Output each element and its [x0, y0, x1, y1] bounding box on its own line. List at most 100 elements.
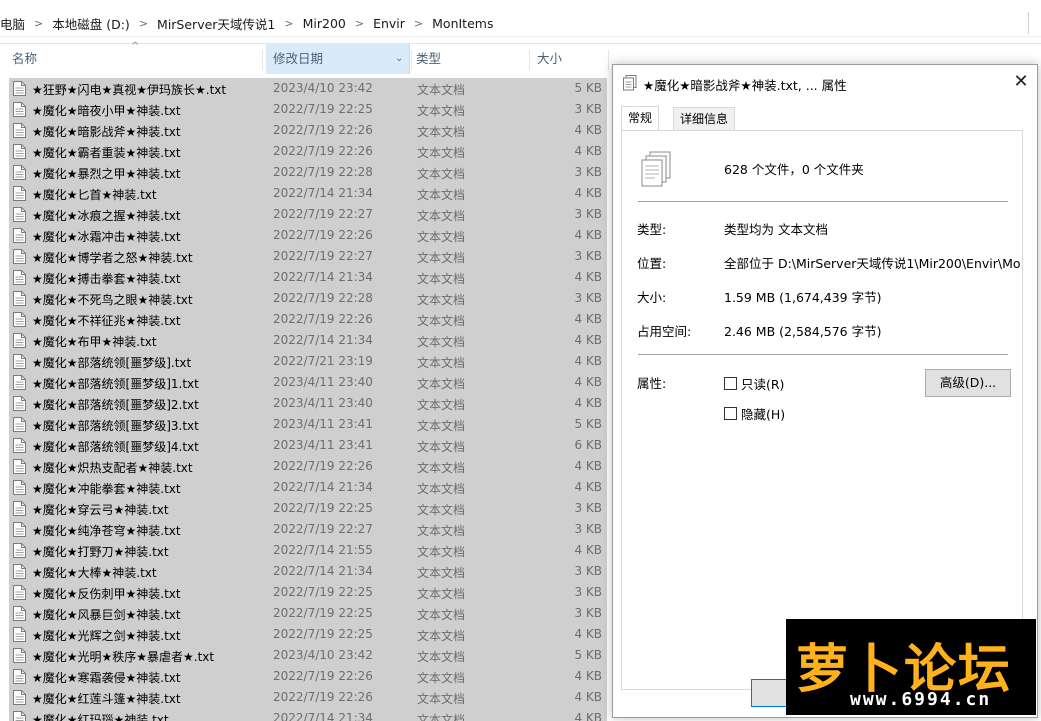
file-date: 2023/4/10 23:42: [273, 648, 373, 662]
file-name[interactable]: ★魔化★匕首★神装.txt: [32, 186, 157, 203]
file-row[interactable]: ★魔化★冰痕之握★神装.txt 2022/7/19 22:27 文本文档 3 KB: [9, 204, 607, 225]
file-name[interactable]: ★魔化★反伤刺甲★神装.txt: [32, 585, 181, 602]
tab-details[interactable]: 详细信息: [673, 107, 736, 130]
file-name[interactable]: ★魔化★光辉之剑★神装.txt: [32, 627, 181, 644]
file-size: 3 KB: [574, 207, 602, 221]
file-name[interactable]: ★魔化★搏击拳套★神装.txt: [32, 270, 181, 287]
file-row[interactable]: ★魔化★不祥征兆★神装.txt 2022/7/19 22:26 文本文档 4 KB: [9, 309, 607, 330]
column-header-type[interactable]: 类型: [416, 44, 441, 74]
file-type: 文本文档: [417, 608, 466, 622]
address-dropdown-button[interactable]: [1028, 12, 1041, 34]
advanced-button[interactable]: 高级(D)...: [925, 369, 1011, 397]
file-name[interactable]: ★魔化★部落统领[噩梦级]1.txt: [32, 375, 199, 392]
file-row[interactable]: ★魔化★搏击拳套★神装.txt 2022/7/14 21:34 文本文档 4 KB: [9, 267, 607, 288]
text-file-icon: [13, 438, 26, 453]
file-name[interactable]: ★魔化★红莲斗篷★神装.txt: [32, 690, 181, 707]
readonly-checkbox[interactable]: [724, 376, 737, 390]
file-row[interactable]: ★魔化★纯净苍穹★神装.txt 2022/7/19 22:27 文本文档 3 KB: [9, 519, 607, 540]
dialog-title-bar[interactable]: ★魔化★暗影战斧★神装.txt, ... 属性 ✕: [613, 65, 1037, 101]
file-name[interactable]: ★魔化★博学者之怒★神装.txt: [32, 249, 193, 266]
file-row[interactable]: ★魔化★冲能拳套★神装.txt 2022/7/14 21:34 文本文档 4 KB: [9, 477, 607, 498]
file-name[interactable]: ★魔化★部落统领[噩梦级]4.txt: [32, 438, 199, 455]
file-row[interactable]: ★魔化★暴烈之甲★神装.txt 2022/7/19 22:28 文本文档 3 KB: [9, 162, 607, 183]
hidden-option[interactable]: 隐藏(H): [724, 404, 785, 423]
close-icon[interactable]: ✕: [1009, 71, 1033, 95]
file-row[interactable]: ★魔化★红玛瑙★神装.txt 2022/7/14 21:34 文本文档 4 KB: [9, 708, 607, 721]
column-header-name[interactable]: 名称: [12, 44, 37, 74]
file-name[interactable]: ★魔化★冰霜冲击★神装.txt: [32, 228, 181, 245]
file-row[interactable]: ★魔化★不死鸟之眼★神装.txt 2022/7/19 22:28 文本文档 3 KB: [9, 288, 607, 309]
file-row[interactable]: ★魔化★霸者重装★神装.txt 2022/7/19 22:26 文本文档 4 KB: [9, 141, 607, 162]
file-name[interactable]: ★魔化★暗影战斧★神装.txt: [32, 123, 181, 140]
file-name[interactable]: ★魔化★炽热支配者★神装.txt: [32, 459, 193, 476]
address-bar[interactable]: 电脑 > 本地磁盘 (D:) > MirServer天域传说1 > Mir200…: [0, 0, 1041, 44]
readonly-label[interactable]: 只读(R): [741, 374, 784, 393]
chevron-right-icon[interactable]: >: [353, 17, 366, 30]
file-name[interactable]: ★魔化★不祥征兆★神装.txt: [32, 312, 181, 329]
breadcrumb-item[interactable]: 电脑: [0, 14, 32, 33]
file-row[interactable]: ★魔化★部落统领[噩梦级]2.txt 2023/4/11 23:40 文本文档 4 K…: [9, 393, 607, 414]
breadcrumb-item[interactable]: Envir: [366, 16, 412, 31]
file-row[interactable]: ★魔化★暗夜小甲★神装.txt 2022/7/19 22:25 文本文档 3 KB: [9, 99, 607, 120]
hidden-label[interactable]: 隐藏(H): [741, 404, 785, 423]
file-name[interactable]: ★狂野★闪电★真视★伊玛族长★.txt: [32, 81, 226, 98]
file-name[interactable]: ★魔化★暗夜小甲★神装.txt: [32, 102, 181, 119]
file-row[interactable]: ★魔化★匕首★神装.txt 2022/7/14 21:34 文本文档 4 KB: [9, 183, 607, 204]
file-row[interactable]: ★狂野★闪电★真视★伊玛族长★.txt 2023/4/10 23:42 文本文档 5 …: [9, 78, 607, 99]
file-name[interactable]: ★魔化★霸者重装★神装.txt: [32, 144, 181, 161]
file-row[interactable]: ★魔化★部落统领[噩梦级]4.txt 2023/4/11 23:41 文本文档 6 K…: [9, 435, 607, 456]
column-divider[interactable]: [411, 50, 412, 70]
file-row[interactable]: ★魔化★冰霜冲击★神装.txt 2022/7/19 22:26 文本文档 4 KB: [9, 225, 607, 246]
file-name[interactable]: ★魔化★暴烈之甲★神装.txt: [32, 165, 181, 182]
file-row[interactable]: ★魔化★博学者之怒★神装.txt 2022/7/19 22:27 文本文档 3 KB: [9, 246, 607, 267]
chevron-right-icon[interactable]: >: [282, 17, 295, 30]
breadcrumb-item[interactable]: 本地磁盘 (D:): [45, 14, 137, 33]
breadcrumb-item[interactable]: MirServer天域传说1: [150, 14, 282, 33]
file-row[interactable]: ★魔化★光辉之剑★神装.txt 2022/7/19 22:25 文本文档 4 KB: [9, 624, 607, 645]
breadcrumb-item[interactable]: Mir200: [296, 16, 353, 31]
file-row[interactable]: ★魔化★炽热支配者★神装.txt 2022/7/19 22:26 文本文档 4 KB: [9, 456, 607, 477]
breadcrumb-item-current[interactable]: MonItems: [425, 16, 500, 31]
file-row[interactable]: ★魔化★部落统领[噩梦级].txt 2022/7/21 23:19 文本文档 4 KB: [9, 351, 607, 372]
file-name[interactable]: ★魔化★光明★秩序★暴虐者★.txt: [32, 648, 214, 665]
column-header-size[interactable]: 大小: [537, 44, 562, 74]
tab-general[interactable]: 常规: [621, 106, 660, 130]
file-name[interactable]: ★魔化★布甲★神装.txt: [32, 333, 157, 350]
file-name[interactable]: ★魔化★不死鸟之眼★神装.txt: [32, 291, 193, 308]
file-row[interactable]: ★魔化★暗影战斧★神装.txt 2022/7/19 22:26 文本文档 4 KB: [9, 120, 607, 141]
file-name[interactable]: ★魔化★部落统领[噩梦级]3.txt: [32, 417, 199, 434]
file-row[interactable]: ★魔化★风暴巨剑★神装.txt 2022/7/19 22:25 文本文档 3 KB: [9, 603, 607, 624]
chevron-down-icon[interactable]: ⌄: [395, 44, 403, 74]
file-row[interactable]: ★魔化★反伤刺甲★神装.txt 2022/7/19 22:25 文本文档 3 KB: [9, 582, 607, 603]
chevron-right-icon[interactable]: >: [412, 17, 425, 30]
chevron-right-icon[interactable]: >: [137, 17, 150, 30]
chevron-right-icon[interactable]: >: [32, 17, 45, 30]
hidden-checkbox[interactable]: [724, 406, 737, 420]
column-divider[interactable]: [529, 50, 530, 70]
file-name[interactable]: ★魔化★纯净苍穹★神装.txt: [32, 522, 181, 539]
file-name[interactable]: ★魔化★寒霜袭侵★神装.txt: [32, 669, 181, 686]
file-row[interactable]: ★魔化★布甲★神装.txt 2022/7/14 21:34 文本文档 4 KB: [9, 330, 607, 351]
file-name[interactable]: ★魔化★大棒★神装.txt: [32, 564, 157, 581]
file-row[interactable]: ★魔化★光明★秩序★暴虐者★.txt 2023/4/10 23:42 文本文档 5 K…: [9, 645, 607, 666]
file-row[interactable]: ★魔化★红莲斗篷★神装.txt 2022/7/19 22:26 文本文档 4 KB: [9, 687, 607, 708]
file-row[interactable]: ★魔化★打野刀★神装.txt 2022/7/14 21:55 文本文档 4 KB: [9, 540, 607, 561]
file-name[interactable]: ★魔化★打野刀★神装.txt: [32, 543, 169, 560]
file-row[interactable]: ★魔化★穿云弓★神装.txt 2022/7/19 22:25 文本文档 3 KB: [9, 498, 607, 519]
file-row[interactable]: ★魔化★大棒★神装.txt 2022/7/14 21:34 文本文档 3 KB: [9, 561, 607, 582]
file-name[interactable]: ★魔化★冲能拳套★神装.txt: [32, 480, 181, 497]
file-row[interactable]: ★魔化★寒霜袭侵★神装.txt 2022/7/19 22:26 文本文档 4 KB: [9, 666, 607, 687]
file-name[interactable]: ★魔化★部落统领[噩梦级].txt: [32, 354, 191, 371]
column-divider[interactable]: [608, 50, 609, 70]
file-name[interactable]: ★魔化★部落统领[噩梦级]2.txt: [32, 396, 199, 413]
column-header-date[interactable]: 修改日期: [266, 44, 410, 74]
file-row[interactable]: ★魔化★部落统领[噩梦级]3.txt 2023/4/11 23:41 文本文档 5 K…: [9, 414, 607, 435]
file-name[interactable]: ★魔化★冰痕之握★神装.txt: [32, 207, 181, 224]
file-type: 文本文档: [417, 419, 466, 433]
column-divider[interactable]: [262, 50, 263, 70]
file-name[interactable]: ★魔化★穿云弓★神装.txt: [32, 501, 169, 518]
file-name[interactable]: ★魔化★风暴巨剑★神装.txt: [32, 606, 181, 623]
readonly-option[interactable]: 只读(R): [724, 374, 784, 393]
file-row[interactable]: ★魔化★部落统领[噩梦级]1.txt 2023/4/11 23:40 文本文档 4 K…: [9, 372, 607, 393]
file-name[interactable]: ★魔化★红玛瑙★神装.txt: [32, 711, 169, 721]
